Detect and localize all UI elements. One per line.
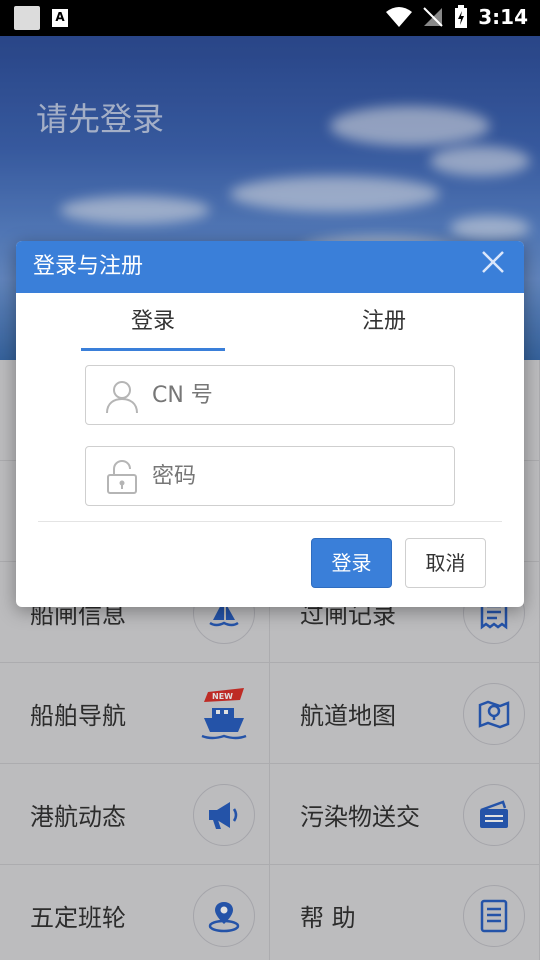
active-tab-indicator [81, 348, 225, 351]
signal-off-icon [423, 7, 443, 27]
tab-login[interactable]: 登录 [81, 303, 225, 335]
dialog-header: 登录与注册 [16, 241, 524, 293]
battery-charging-icon [455, 5, 468, 28]
lock-icon [107, 459, 137, 494]
cancel-button[interactable]: 取消 [405, 538, 486, 588]
login-register-dialog: 登录与注册 登录 注册 登录 取消 [16, 241, 524, 607]
dialog-divider [38, 521, 502, 522]
dialog-tabs: 登录 注册 [16, 293, 524, 353]
notification-a-icon: A [52, 9, 68, 27]
tab-register[interactable]: 注册 [312, 303, 456, 335]
password-input[interactable] [152, 447, 442, 505]
username-field[interactable] [85, 365, 455, 425]
close-icon[interactable] [480, 249, 506, 275]
login-button[interactable]: 登录 [311, 538, 392, 588]
dialog-title: 登录与注册 [33, 254, 144, 279]
notification-square-icon [14, 6, 40, 30]
wifi-icon [386, 7, 413, 27]
username-input[interactable] [152, 366, 442, 424]
status-time: 3:14 [478, 5, 528, 29]
user-icon [106, 381, 138, 414]
status-bar: A 3:14 [0, 0, 540, 36]
password-field[interactable] [85, 446, 455, 506]
